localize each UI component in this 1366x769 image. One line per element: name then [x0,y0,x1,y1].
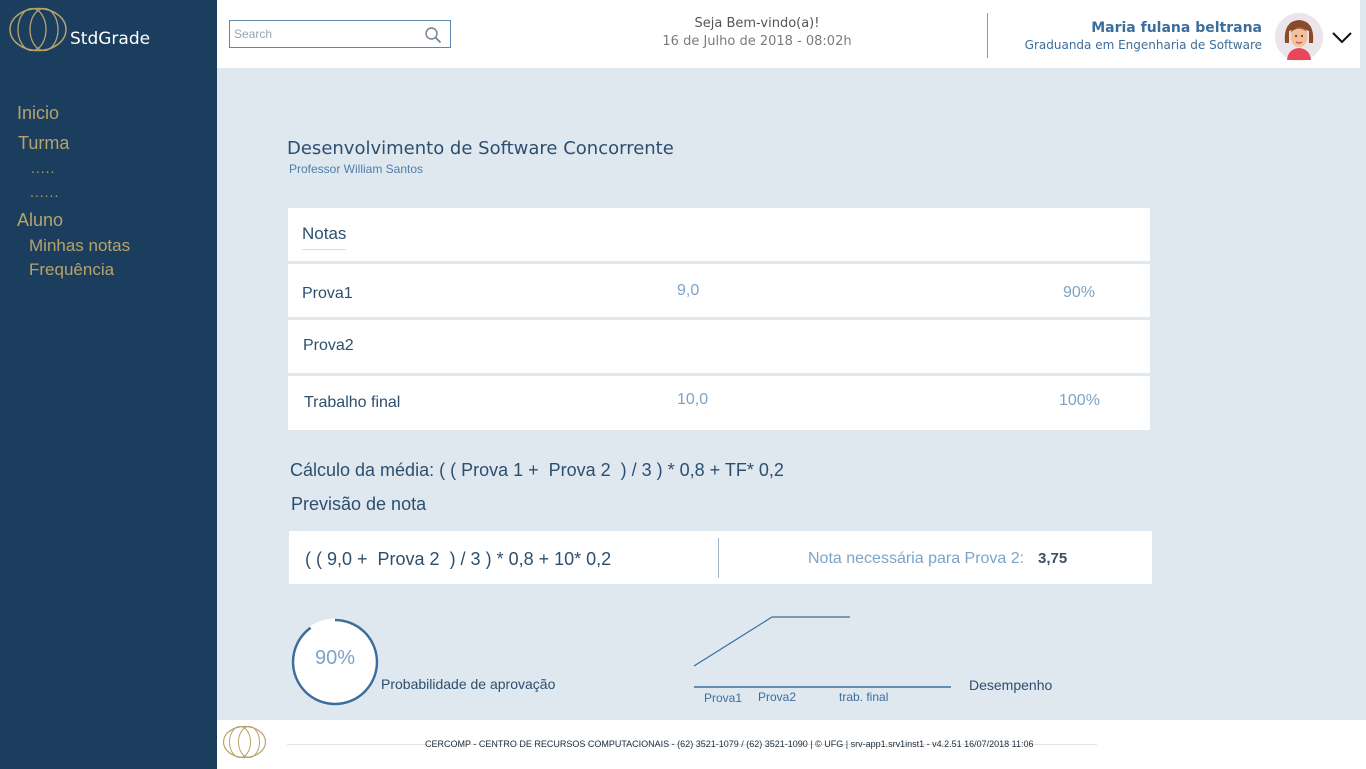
grade-row-label: Prova2 [303,337,354,354]
average-formula: Cálculo da média: ( ( Prova 1 + Prova 2 … [290,460,784,480]
grade-row-value: 9,0 [677,282,700,299]
needed-grade-value: 3,75 [1038,550,1068,567]
grade-row: Prova1 9,0 90% [288,264,1150,317]
professor-name: Professor William Santos [289,162,424,176]
user-role: Graduanda em Engenharia de Software [1024,38,1262,52]
sidebar-item-frequencia[interactable]: Frequência [29,260,114,280]
current-date: 16 de Julho de 2018 - 08:02h [662,34,852,49]
sidebar-item-turma[interactable]: Turma [18,133,69,154]
performance-tick-label: trab. final [839,690,888,704]
performance-chart: Prova1 Prova2 trab. final [693,616,951,705]
grade-row-percent: 100% [1059,392,1100,409]
approval-label: Probabilidade de aprovação [381,676,556,692]
search-input[interactable] [234,24,414,44]
top-header: Seja Bem-vindo(a)! 16 de Julho de 2018 -… [217,0,1360,68]
search-icon[interactable] [424,26,442,44]
grade-row-percent: 90% [1063,284,1096,301]
search-box [229,20,451,48]
footer-logo-icon [222,725,267,759]
performance-title: Desempenho [969,677,1053,693]
chevron-down-icon[interactable] [1331,29,1353,45]
sidebar-item-minhas-notas[interactable]: Minhas notas [29,236,130,256]
logo-icon[interactable] [8,7,68,52]
performance-tick-label: Prova2 [758,690,796,704]
grade-row-label: Trabalho final [304,394,401,411]
approval-percent: 90% [314,647,356,669]
footer-text: CERCOMP - CENTRO DE RECURSOS COMPUTACION… [425,739,1034,749]
brand-name[interactable]: StdGrade [70,29,150,49]
grades-header: Notas [288,208,1150,261]
prediction-formula: ( ( 9,0 + Prova 2 ) / 3 ) * 0,8 + 10* 0,… [305,549,612,569]
grade-row-label: Prova1 [302,285,353,302]
prediction-divider [718,538,719,578]
header-divider [987,13,988,58]
grade-row-value: 10,0 [677,391,709,408]
course-title: Desenvolvimento de Software Concorrente [287,138,674,159]
grade-row: Trabalho final 10,0 100% [288,376,1150,430]
grades-title: Notas [302,224,347,250]
performance-tick-label: Prova1 [704,691,742,705]
prediction-card: ( ( 9,0 + Prova 2 ) / 3 ) * 0,8 + 10* 0,… [289,531,1152,584]
grade-row: Prova2 [288,320,1150,373]
sidebar-item-aluno[interactable]: Aluno [17,210,63,231]
welcome-text: Seja Bem-vindo(a)! [694,16,820,31]
sidebar-item-turma-sub-2[interactable]: ...... [30,184,59,200]
footer: CERCOMP - CENTRO DE RECURSOS COMPUTACION… [217,720,1366,769]
needed-grade-label: Nota necessária para Prova 2: [808,550,1025,567]
user-name[interactable]: Maria fulana beltrana [1091,20,1262,36]
performance-line [693,616,850,667]
sidebar: StdGrade Inicio Turma ..... ...... Aluno… [0,0,217,769]
avatar[interactable] [1275,13,1323,61]
prediction-title: Previsão de nota [291,494,427,514]
sidebar-item-inicio[interactable]: Inicio [17,103,59,124]
sidebar-item-turma-sub-1[interactable]: ..... [31,160,55,176]
